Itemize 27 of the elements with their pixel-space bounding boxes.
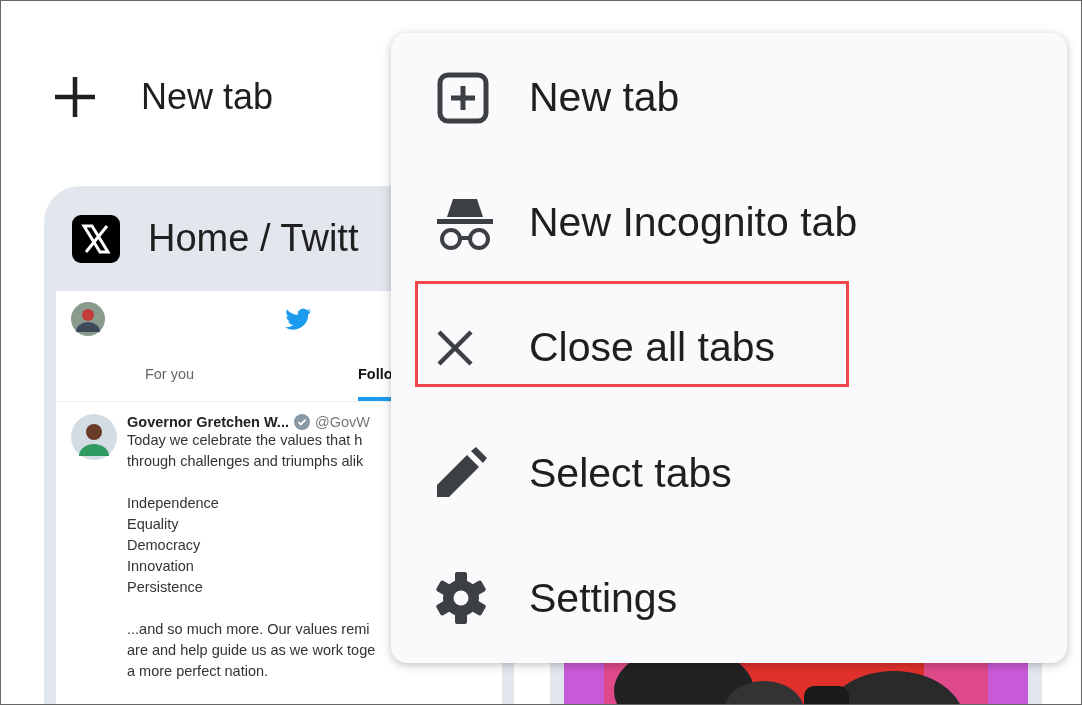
menu-item[interactable]: New tab	[391, 35, 1067, 161]
tweet-text-line: Innovation	[127, 557, 195, 576]
tweet-text-line: through challenges and triumphs alik	[127, 452, 365, 471]
tweet-text-line: a more perfect nation.	[127, 662, 270, 681]
tweet-text-line: Equality	[127, 515, 180, 534]
menu-item[interactable]: Settings	[391, 535, 1067, 661]
tweet-text-line: Persistence	[127, 578, 204, 597]
new-tab-button[interactable]: New tab	[141, 76, 274, 118]
menu-item[interactable]: New Incognito tab	[391, 160, 1067, 286]
close-icon	[435, 327, 475, 368]
tweet-handle: @GovW	[314, 414, 370, 430]
tweet-text-line: Democracy	[127, 536, 202, 555]
menu-item[interactable]: Select tabs	[391, 410, 1067, 536]
tweet-text-line: ...and so much more. Our values remi	[127, 620, 371, 639]
bird-icon	[285, 307, 311, 330]
tweet-text-line: are and help guide us as we work toge	[127, 641, 376, 660]
verified-icon	[293, 414, 310, 430]
tweet-author: Governor Gretchen W...	[127, 414, 289, 430]
plus-icon	[53, 75, 97, 119]
settings-icon	[435, 572, 487, 625]
x-logo-icon	[72, 214, 120, 263]
tweet-text-line: Independence	[127, 494, 220, 513]
tab-title: Home / Twitt	[148, 217, 359, 260]
pencil-icon	[435, 447, 487, 500]
tweet-text-line: Today we celebrate the values that h	[127, 431, 364, 450]
feed-tab[interactable]: For you	[144, 346, 195, 401]
avatar-icon	[71, 301, 105, 336]
